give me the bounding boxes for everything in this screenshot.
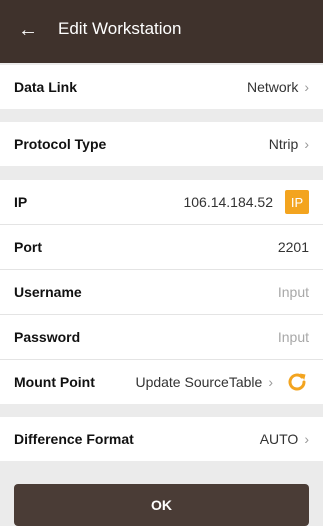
port-input[interactable]: 2201 (278, 239, 309, 255)
row-ip[interactable]: IP 106.14.184.52 IP (0, 180, 323, 224)
difference-format-value-group: AUTO › (260, 431, 309, 447)
mount-point-value[interactable]: Update SourceTable (135, 374, 262, 390)
ip-value[interactable]: 106.14.184.52 (183, 194, 273, 210)
protocol-type-value: Ntrip (268, 136, 299, 152)
page-title: Edit Workstation (58, 19, 182, 38)
difference-format-label: Difference Format (14, 431, 134, 447)
password-input[interactable]: Input (278, 329, 309, 345)
mount-point-value-group: Update SourceTable › (135, 370, 309, 394)
port-value-group: 2201 (278, 239, 309, 255)
password-label: Password (14, 329, 81, 345)
difference-format-value: AUTO (259, 431, 299, 447)
refresh-icon[interactable] (285, 370, 309, 394)
username-input[interactable]: Input (278, 284, 309, 300)
ok-button[interactable]: OK (14, 484, 309, 526)
protocol-type-value-group: Ntrip › (269, 136, 309, 152)
ip-label: IP (14, 194, 28, 210)
username-label: Username (14, 284, 82, 300)
chevron-right-icon: › (268, 374, 273, 390)
back-arrow-icon[interactable]: ← (14, 16, 42, 44)
row-data-link[interactable]: Data Link Network › (0, 65, 323, 109)
protocol-type-label: Protocol Type (14, 136, 107, 152)
row-difference-format[interactable]: Difference Format AUTO › (0, 417, 323, 461)
data-link-value-group: Network › (247, 79, 309, 95)
chevron-right-icon: › (304, 136, 309, 152)
row-port[interactable]: Port 2201 (0, 225, 323, 269)
chevron-right-icon: › (304, 431, 309, 447)
row-password[interactable]: Password Input (0, 315, 323, 359)
top-app-bar: ← Edit Workstation (0, 0, 323, 63)
mount-point-label: Mount Point (14, 374, 95, 390)
row-username[interactable]: Username Input (0, 270, 323, 314)
port-label: Port (14, 239, 42, 255)
row-protocol-type[interactable]: Protocol Type Ntrip › (0, 122, 323, 166)
username-value-group: Input (278, 284, 309, 300)
data-link-label: Data Link (14, 79, 78, 95)
password-value-group: Input (278, 329, 309, 345)
ip-value-group: 106.14.184.52 IP (183, 190, 309, 214)
ip-badge-icon[interactable]: IP (285, 190, 309, 214)
chevron-right-icon: › (304, 79, 309, 95)
row-mount-point[interactable]: Mount Point Update SourceTable › (0, 360, 323, 404)
data-link-value: Network (246, 79, 299, 95)
